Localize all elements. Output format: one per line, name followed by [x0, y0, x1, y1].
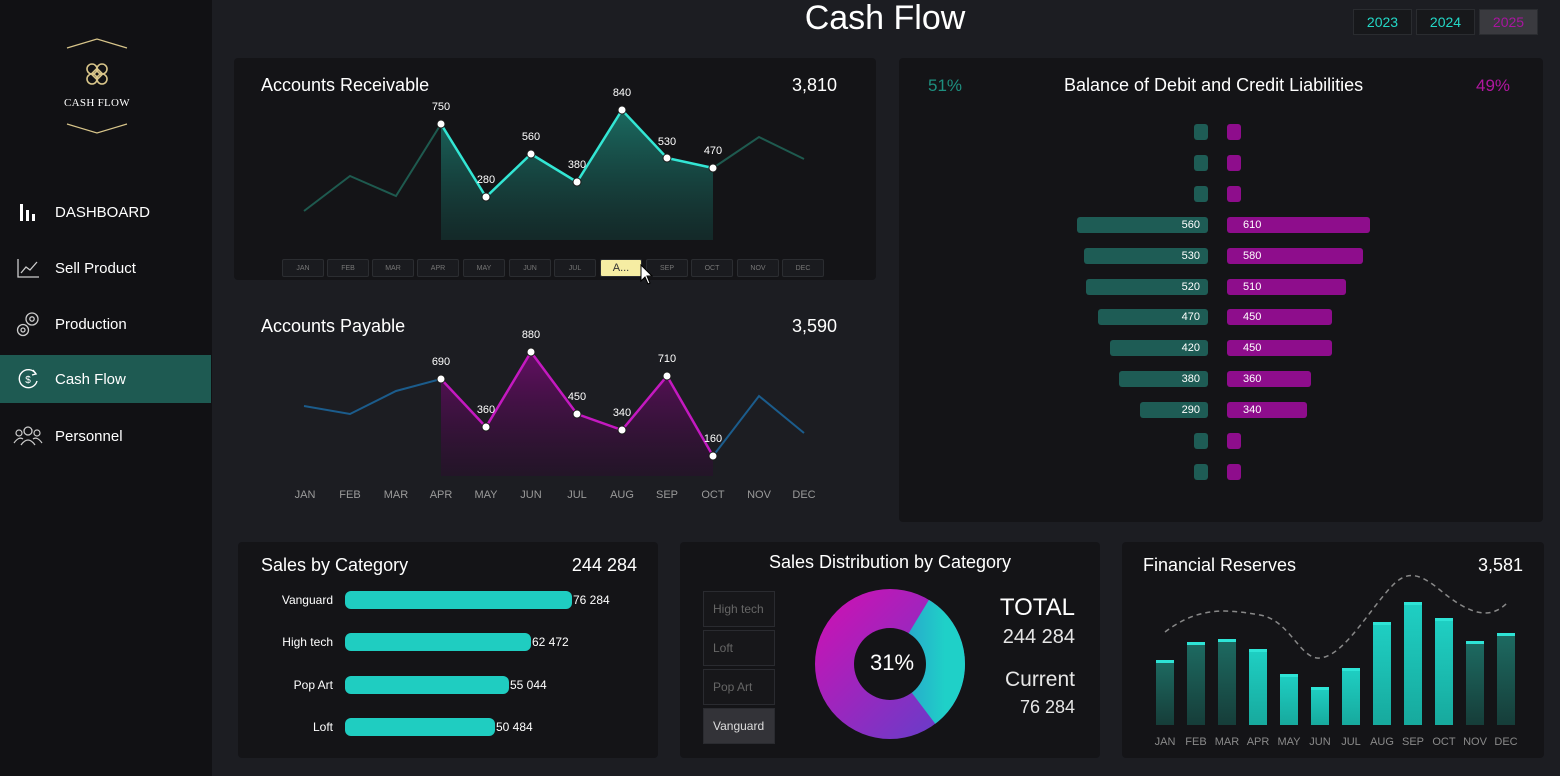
- reserve-bar: [1280, 674, 1298, 725]
- debit-bar: 470: [1098, 309, 1208, 326]
- reserve-bar: [1404, 602, 1422, 725]
- debit-bar: 290: [1140, 402, 1208, 419]
- reserve-bar-cap: [1466, 641, 1484, 644]
- reserve-bar: [1156, 660, 1174, 725]
- financial-reserves-chart: [1156, 574, 1515, 725]
- reserve-bar-cap: [1342, 668, 1360, 671]
- category-value: 76 284: [573, 593, 610, 607]
- reserve-bar-cap: [1187, 642, 1205, 645]
- debit-bar: 380: [1119, 371, 1208, 388]
- x-axis-label: DEC: [1494, 736, 1518, 748]
- reserve-bar-cap: [1497, 633, 1515, 636]
- credit-bar: 580: [1227, 247, 1363, 264]
- reserve-bar-cap: [1311, 687, 1329, 690]
- credit-bar: [1227, 433, 1241, 449]
- reserve-bar-cap: [1373, 622, 1391, 625]
- debit-bar: [1194, 154, 1208, 171]
- x-axis-label: JUL: [1341, 736, 1361, 748]
- x-axis-label: MAR: [1214, 736, 1240, 748]
- debit-bar: [1194, 463, 1208, 480]
- reserve-bar: [1342, 668, 1360, 725]
- x-axis-label: AUG: [1370, 736, 1394, 748]
- debit-bar: [1194, 124, 1208, 140]
- category-bar: [345, 591, 572, 609]
- debit-bar: 420: [1110, 340, 1208, 357]
- reserve-bar: [1466, 641, 1484, 725]
- credit-bar: [1227, 185, 1241, 202]
- x-axis-label: OCT: [1432, 736, 1456, 748]
- x-axis-label: APR: [1246, 736, 1270, 748]
- reserve-bar: [1311, 687, 1329, 725]
- x-axis-label: NOV: [1463, 736, 1487, 748]
- x-axis-label: JUN: [1309, 736, 1331, 748]
- credit-bar: 510: [1227, 278, 1346, 295]
- reserve-bar: [1497, 633, 1515, 725]
- credit-bar: 610: [1227, 216, 1370, 233]
- reserve-bar-cap: [1404, 602, 1422, 605]
- category-value: 55 044: [510, 677, 547, 692]
- x-axis-label: MAY: [1277, 736, 1301, 748]
- reserve-bar-cap: [1249, 649, 1267, 652]
- credit-bar: 450: [1227, 340, 1332, 357]
- reserve-bar: [1435, 618, 1453, 725]
- x-axis-label: SEP: [1401, 736, 1424, 748]
- reserve-bar: [1373, 622, 1391, 725]
- category-label: Vanguard: [281, 593, 333, 607]
- credit-bar: 360: [1227, 371, 1311, 388]
- category-label: Loft: [312, 719, 333, 734]
- reserve-bar: [1218, 639, 1236, 725]
- credit-bar: [1227, 154, 1241, 171]
- category-bar: [345, 717, 495, 736]
- credit-bar: [1227, 124, 1241, 140]
- category-label: Pop Art: [293, 677, 333, 692]
- reserve-bar-cap: [1218, 639, 1236, 642]
- reserve-bar-cap: [1435, 618, 1453, 621]
- credit-bar: 340: [1227, 402, 1307, 419]
- debit-bar: 520: [1086, 278, 1208, 295]
- category-value: 62 472: [532, 635, 569, 650]
- reserve-bar: [1187, 642, 1205, 725]
- credit-bar: 450: [1227, 309, 1332, 326]
- category-label: High tech: [282, 635, 333, 650]
- debit-bar: 560: [1077, 216, 1208, 233]
- category-bar: [345, 675, 509, 694]
- credit-bar: [1227, 463, 1241, 480]
- debit-bar: [1194, 185, 1208, 202]
- category-value: 50 484: [496, 719, 533, 734]
- reserve-bar-cap: [1280, 674, 1298, 677]
- reserve-bar: [1249, 649, 1267, 725]
- category-bar: [345, 633, 531, 652]
- debit-bar: [1194, 433, 1208, 449]
- x-axis-label: FEB: [1185, 736, 1207, 748]
- x-axis-label: JAN: [1154, 736, 1176, 748]
- debit-bar: 530: [1084, 247, 1208, 264]
- reserve-bar-cap: [1156, 660, 1174, 663]
